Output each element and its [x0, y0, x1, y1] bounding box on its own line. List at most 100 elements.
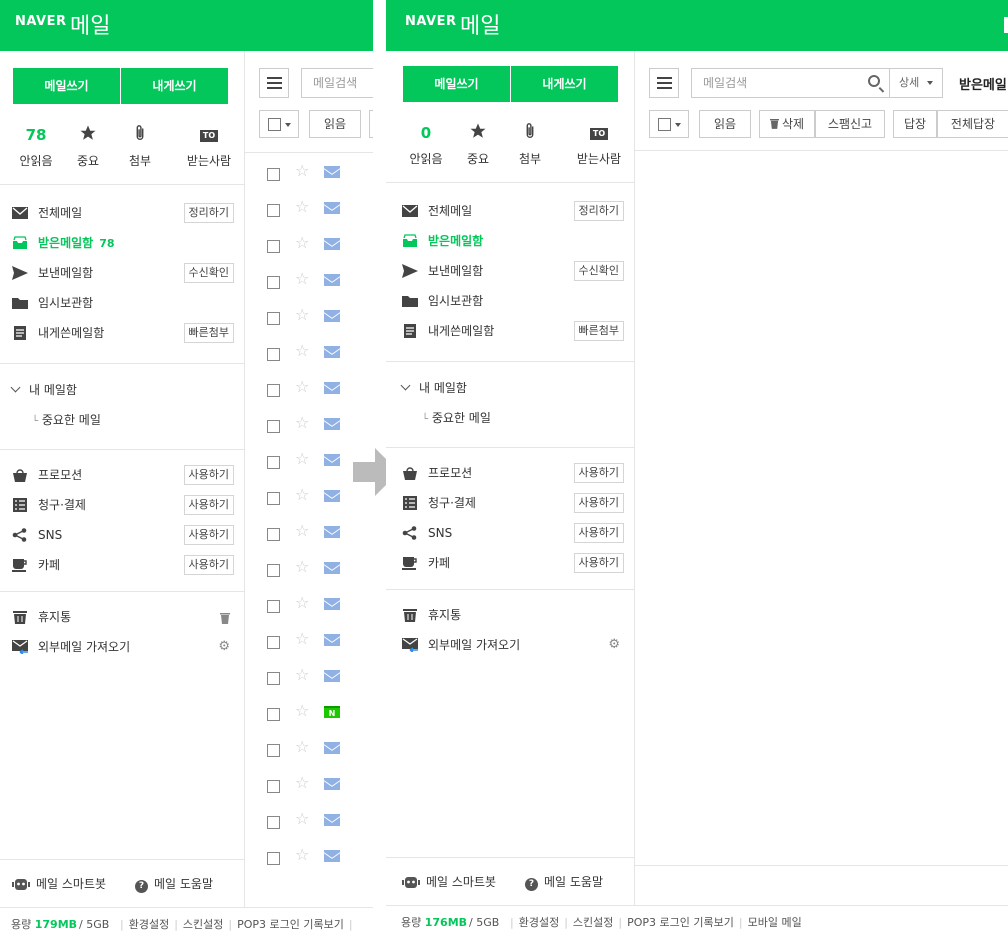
mail-row[interactable]: ☆: [245, 586, 373, 622]
use-button[interactable]: 사용하기: [573, 553, 624, 573]
read-receipt-button[interactable]: 수신확인: [573, 261, 624, 281]
mail-smartbot-link[interactable]: 메일 스마트봇: [402, 873, 496, 892]
star-icon[interactable]: ☆: [295, 487, 309, 503]
row-checkbox[interactable]: [267, 420, 280, 433]
row-checkbox[interactable]: [267, 600, 280, 613]
mobile-mail-link[interactable]: 모바일 메일: [748, 916, 802, 929]
report-spam-button[interactable]: 스팸신고: [815, 110, 885, 138]
recipient-filter[interactable]: TO 받는사람: [174, 124, 244, 169]
settings-link[interactable]: 환경설정: [129, 918, 169, 931]
attachment-filter[interactable]: 첨부: [114, 124, 166, 169]
star-icon[interactable]: ☆: [295, 523, 309, 539]
star-icon[interactable]: ☆: [295, 451, 309, 467]
use-button[interactable]: 사용하기: [183, 495, 234, 515]
search-input[interactable]: 메일검색: [691, 68, 891, 98]
star-icon[interactable]: ☆: [295, 703, 309, 719]
row-checkbox[interactable]: [267, 312, 280, 325]
category-promotion[interactable]: 프로모션 사용하기: [402, 463, 624, 483]
naver-logo[interactable]: NAVER: [15, 14, 67, 29]
important-filter[interactable]: 중요: [62, 124, 114, 169]
use-button[interactable]: 사용하기: [573, 493, 624, 513]
mail-row[interactable]: ☆: [245, 658, 373, 694]
mail-row[interactable]: ☆: [245, 262, 373, 298]
my-mailbox-toggle[interactable]: 내 메일함: [10, 381, 77, 398]
mail-smartbot-link[interactable]: 메일 스마트봇: [12, 875, 106, 894]
category-sns[interactable]: SNS 사용하기: [12, 525, 234, 545]
gear-icon[interactable]: ⚙: [218, 637, 230, 657]
my-mailbox-toggle[interactable]: 내 메일함: [400, 379, 467, 396]
use-button[interactable]: 사용하기: [183, 465, 234, 485]
pop3-log-link[interactable]: POP3 로그인 기록보기: [237, 918, 344, 931]
folder-inbox[interactable]: 받은메일함: [402, 231, 624, 251]
category-sns[interactable]: SNS 사용하기: [402, 523, 624, 543]
external-mail-import[interactable]: 외부메일 가져오기 ⚙: [12, 637, 234, 657]
row-checkbox[interactable]: [267, 348, 280, 361]
star-icon[interactable]: ☆: [295, 199, 309, 215]
folder-self[interactable]: 내게쓴메일함 빠른첨부: [12, 323, 234, 343]
star-icon[interactable]: ☆: [295, 307, 309, 323]
star-icon[interactable]: ☆: [295, 379, 309, 395]
write-mail-button[interactable]: 메일쓰기: [13, 68, 121, 104]
unread-filter[interactable]: 0 안읽음: [400, 122, 452, 167]
use-button[interactable]: 사용하기: [573, 463, 624, 483]
row-checkbox[interactable]: [267, 744, 280, 757]
mail-row[interactable]: ☆: [245, 370, 373, 406]
category-cafe[interactable]: 카페 사용하기: [402, 553, 624, 573]
settings-link[interactable]: 환경설정: [519, 916, 559, 929]
write-to-me-button[interactable]: 내게쓰기: [121, 68, 229, 104]
folder-all-mail[interactable]: 전체메일 정리하기: [12, 203, 234, 223]
external-mail-import[interactable]: 외부메일 가져오기 ⚙: [402, 635, 624, 655]
menu-toggle-button[interactable]: [649, 68, 679, 98]
folder-drafts[interactable]: 임시보관함: [12, 293, 234, 313]
star-icon[interactable]: ☆: [295, 847, 309, 863]
reply-all-button[interactable]: 전체답장: [937, 110, 1008, 138]
mail-row[interactable]: ☆: [245, 226, 373, 262]
write-mail-button[interactable]: 메일쓰기: [403, 66, 511, 102]
empty-trash-icon[interactable]: [220, 610, 230, 630]
folder-inbox[interactable]: 받은메일함 78: [12, 233, 234, 253]
mail-row[interactable]: ☆: [245, 334, 373, 370]
important-filter[interactable]: 중요: [452, 122, 504, 167]
skin-settings-link[interactable]: 스킨설정: [573, 916, 613, 929]
read-receipt-button[interactable]: 수신확인: [183, 263, 234, 283]
row-checkbox[interactable]: [267, 456, 280, 469]
row-checkbox[interactable]: [267, 816, 280, 829]
select-all-checkbox[interactable]: [649, 110, 689, 138]
folder-drafts[interactable]: 임시보관함: [402, 291, 624, 311]
gear-icon[interactable]: ⚙: [608, 635, 620, 655]
star-icon[interactable]: ☆: [295, 271, 309, 287]
reply-button[interactable]: 답장: [893, 110, 937, 138]
category-promotion[interactable]: 프로모션 사용하기: [12, 465, 234, 485]
row-checkbox[interactable]: [267, 636, 280, 649]
mail-help-link[interactable]: ? 메일 도움말: [135, 875, 213, 893]
mail-row[interactable]: ☆ N: [245, 694, 373, 730]
folder-sent[interactable]: 보낸메일함 수신확인: [12, 263, 234, 283]
mail-row[interactable]: ☆: [245, 838, 373, 874]
row-checkbox[interactable]: [267, 492, 280, 505]
folder-trash[interactable]: 휴지통: [12, 607, 234, 627]
search-icon[interactable]: [868, 75, 880, 87]
mark-read-button[interactable]: 읽음: [699, 110, 751, 138]
star-icon[interactable]: ☆: [295, 595, 309, 611]
unread-filter[interactable]: 78 안읽음: [10, 124, 62, 169]
star-icon[interactable]: ☆: [295, 811, 309, 827]
row-checkbox[interactable]: [267, 852, 280, 865]
use-button[interactable]: 사용하기: [183, 525, 234, 545]
select-all-checkbox[interactable]: [259, 110, 299, 138]
category-billing[interactable]: 청구·결제 사용하기: [12, 495, 234, 515]
mailbox-important[interactable]: └ 중요한 메일: [422, 409, 491, 426]
star-icon[interactable]: ☆: [295, 163, 309, 179]
quick-attach-button[interactable]: 빠른첨부: [573, 321, 624, 341]
organize-button[interactable]: 정리하기: [573, 201, 624, 221]
star-icon[interactable]: ☆: [295, 739, 309, 755]
search-input[interactable]: 메일검색: [301, 68, 373, 98]
row-checkbox[interactable]: [267, 168, 280, 181]
service-title[interactable]: 메일: [70, 8, 110, 40]
recipient-filter[interactable]: TO 받는사람: [564, 122, 634, 167]
row-checkbox[interactable]: [267, 672, 280, 685]
star-icon[interactable]: ☆: [295, 667, 309, 683]
folder-sent[interactable]: 보낸메일함 수신확인: [402, 261, 624, 281]
row-checkbox[interactable]: [267, 204, 280, 217]
mail-row[interactable]: ☆: [245, 154, 373, 190]
menu-toggle-button[interactable]: [259, 68, 289, 98]
